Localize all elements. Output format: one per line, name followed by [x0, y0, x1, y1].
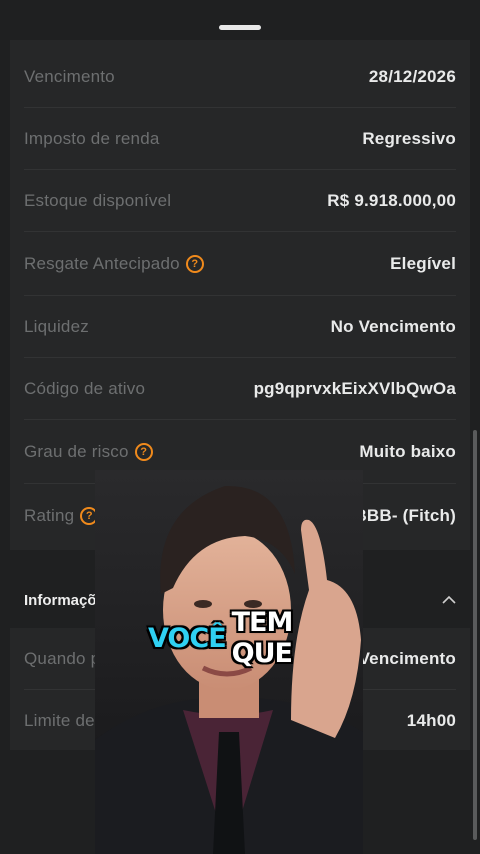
row-value: Regressivo [362, 128, 456, 148]
row-label: Resgate Antecipado [24, 253, 180, 273]
bottom-sheet: Vencimento 28/12/2026 Imposto de renda R… [0, 0, 480, 854]
row-liquidez: Liquidez No Vencimento [24, 296, 456, 358]
row-label: Imposto de renda [24, 128, 160, 148]
row-label: Vencimento [24, 66, 115, 86]
drag-handle[interactable] [219, 25, 261, 30]
row-value: No Vencimento [330, 316, 456, 336]
row-value: 14h00 [406, 711, 456, 730]
row-value: Elegível [390, 253, 456, 273]
video-caption: VOCÊ TEM QUE [148, 607, 338, 669]
help-icon[interactable]: ? [185, 254, 204, 273]
row-estoque-disponivel: Estoque disponível R$ 9.918.000,00 [24, 170, 456, 232]
row-codigo-de-ativo: Código de ativo pg9qprvxkEixXVlbQwOa [24, 358, 456, 420]
row-imposto-de-renda: Imposto de renda Regressivo [24, 108, 456, 170]
row-value: pg9qprvxkEixXVlbQwOa [253, 378, 456, 398]
help-icon[interactable]: ? [134, 442, 153, 461]
row-resgate-antecipado: Resgate Antecipado ? Elegível [24, 232, 456, 296]
caption-highlight: VOCÊ [148, 622, 227, 654]
row-label: Liquidez [24, 316, 89, 336]
row-value: BBB- (Fitch) [354, 506, 456, 525]
scrollbar[interactable] [473, 430, 477, 840]
row-value: R$ 9.918.000,00 [327, 190, 456, 210]
caption-text: TEM QUE [231, 607, 294, 669]
row-value: Muito baixo [359, 441, 456, 461]
row-label: Rating [24, 506, 75, 525]
row-label: Estoque disponível [24, 190, 172, 210]
row-value: 28/12/2026 [368, 66, 456, 86]
row-vencimento: Vencimento 28/12/2026 [24, 46, 456, 108]
row-label: Limite de [24, 711, 95, 730]
row-label: Código de ativo [24, 378, 146, 398]
chevron-up-icon[interactable] [442, 593, 456, 607]
section-title: Informaçõe [24, 591, 105, 609]
row-label: Grau de risco [24, 441, 129, 461]
